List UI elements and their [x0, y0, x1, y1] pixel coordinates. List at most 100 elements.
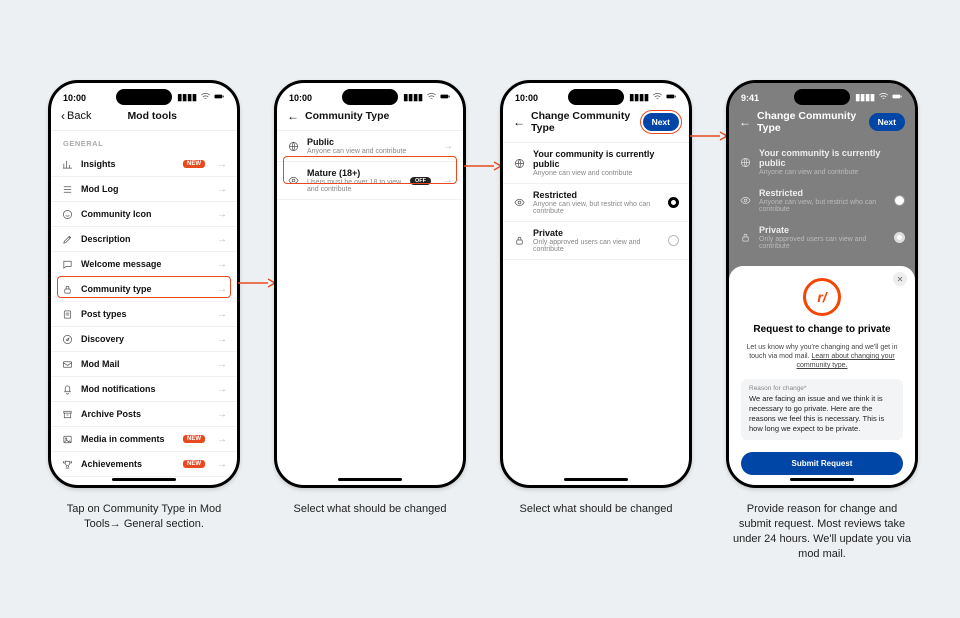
radio[interactable] [668, 235, 679, 246]
menu-row-description[interactable]: Description→ [51, 227, 237, 252]
lock-icon [739, 232, 751, 244]
row-label: Mod notifications [81, 384, 209, 394]
menu-row-post-types[interactable]: Post types→ [51, 302, 237, 327]
phone-community-type: 10:00 ▮▮▮▮ ← Community Type PublicAnyon [274, 80, 466, 488]
menu-row-discovery[interactable]: Discovery→ [51, 327, 237, 352]
row-label: Welcome message [81, 259, 209, 269]
page-title: Change Community Type [531, 110, 637, 134]
menu-row-restricted[interactable]: RestrictedAnyone can view, but restrict … [503, 184, 689, 222]
learn-link[interactable]: Learn about changing your community type… [797, 353, 895, 369]
caption-2: Select what should be changed [294, 502, 447, 517]
compass-icon [61, 333, 73, 345]
signal-icon: ▮▮▮▮ [855, 92, 875, 103]
menu-row-welcome-message[interactable]: Welcome message→ [51, 252, 237, 277]
close-button[interactable]: ✕ [893, 272, 907, 286]
status-row: Your community is currently public Anyon… [503, 143, 689, 184]
reason-input[interactable]: Reason for change* We are facing an issu… [741, 379, 903, 441]
radio[interactable] [668, 197, 679, 208]
back-button[interactable]: ← [513, 116, 525, 128]
chevron-right-icon: → [217, 409, 227, 420]
menu-row-community-icon[interactable]: Community Icon→ [51, 202, 237, 227]
chat-icon [61, 258, 73, 270]
chevron-right-icon: → [217, 459, 227, 470]
menu-row-private[interactable]: PrivateOnly approved users can view and … [503, 222, 689, 260]
chevron-right-icon: → [217, 209, 227, 220]
status-label: Your community is currently public [759, 148, 905, 168]
title-bar: ‹ Back Mod tools [51, 106, 237, 131]
menu-row-restricted[interactable]: RestrictedAnyone can view, but restrict … [729, 182, 915, 219]
menu-row-community-type[interactable]: Community type→ [51, 277, 237, 302]
row-sub: Anyone can view, but restrict who can co… [759, 199, 886, 213]
archive-icon [61, 408, 73, 420]
phone-change-type: 10:00 ▮▮▮▮ ← Change Community Type [500, 80, 692, 488]
signal-icon: ▮▮▮▮ [177, 92, 197, 103]
bottom-sheet: ✕ r/ Request to change to private Let us… [729, 266, 915, 485]
mail-icon [61, 358, 73, 370]
eye-icon [287, 175, 299, 187]
phone-mod-tools: 10:00 ▮▮▮▮ ‹ Back Mod tools G [48, 80, 240, 488]
reddit-logo-icon: r/ [803, 278, 841, 316]
status-time: 10:00 [515, 93, 538, 103]
menu-row-insights[interactable]: InsightsNEW→ [51, 152, 237, 177]
arrow-left-icon: ← [739, 116, 751, 128]
options-list: RestrictedAnyone can view, but restrict … [729, 182, 915, 256]
lock-icon [61, 283, 73, 295]
back-button[interactable]: ← [287, 110, 299, 122]
options-list: RestrictedAnyone can view, but restrict … [503, 184, 689, 260]
chevron-right-icon: → [443, 141, 453, 152]
arrow-left-icon: ← [513, 116, 525, 128]
menu-row-mod-notifications[interactable]: Mod notifications→ [51, 377, 237, 402]
row-label: Media in comments [81, 434, 175, 444]
row-label: Mature (18+) [307, 168, 402, 178]
back-button[interactable]: ← [739, 116, 751, 128]
menu-row-mature-18-[interactable]: Mature (18+)Users must be over 18 to vie… [277, 162, 463, 200]
chevron-right-icon: → [217, 184, 227, 195]
row-label: Public [307, 137, 435, 147]
menu-row-mod-mail[interactable]: Mod Mail→ [51, 352, 237, 377]
badge: OFF [410, 177, 431, 185]
next-button[interactable]: Next [643, 113, 679, 131]
chevron-right-icon: → [217, 434, 227, 445]
arrow-connector [238, 282, 276, 283]
row-label: Community type [81, 284, 209, 294]
status-row: Your community is currently public Anyon… [729, 142, 915, 182]
menu-row-mod-log[interactable]: Mod Log→ [51, 177, 237, 202]
radio[interactable] [894, 195, 905, 206]
menu-general: InsightsNEW→Mod Log→Community Icon→Descr… [51, 152, 237, 477]
menu-row-archive-posts[interactable]: Archive Posts → [51, 402, 237, 427]
menu-row-media-in-comments[interactable]: Media in comments NEW → [51, 427, 237, 452]
row-label: Archive Posts [81, 409, 209, 419]
status-time: 9:41 [741, 93, 759, 103]
menu-row-achievements[interactable]: AchievementsNEW→ [51, 452, 237, 477]
home-indicator [112, 478, 176, 481]
trophy-icon [61, 458, 73, 470]
submit-label: Submit Request [792, 459, 853, 468]
menu-row-public[interactable]: PublicAnyone can view and contribute→ [277, 131, 463, 162]
arrow-left-icon: ← [287, 110, 299, 122]
radio[interactable] [894, 232, 905, 243]
status-time: 10:00 [63, 93, 86, 103]
row-label: Restricted [533, 190, 660, 200]
menu-row-private[interactable]: PrivateOnly approved users can view and … [729, 219, 915, 256]
notch [794, 89, 850, 105]
row-label: Post types [81, 309, 209, 319]
page-title: Change Community Type [757, 110, 863, 134]
chevron-right-icon: → [217, 159, 227, 170]
wifi-icon [200, 91, 211, 104]
next-button[interactable]: Next [869, 113, 905, 131]
next-label: Next [878, 117, 896, 127]
chevron-right-icon: → [443, 175, 453, 186]
wifi-icon [426, 91, 437, 104]
submit-button[interactable]: Submit Request [741, 452, 903, 475]
row-label: Mod Mail [81, 359, 209, 369]
pencil-icon [61, 233, 73, 245]
battery-icon [214, 91, 225, 104]
row-label: Discovery [81, 334, 209, 344]
caption-3: Select what should be changed [520, 502, 673, 517]
status-sub: Anyone can view and contribute [533, 170, 679, 177]
status-time: 10:00 [289, 93, 312, 103]
caption-1: Tap on Community Type in Mod Tools→ Gene… [54, 502, 234, 532]
badge: NEW [183, 435, 205, 443]
title-bar: ← Community Type [277, 106, 463, 131]
highlight-next [640, 110, 682, 134]
